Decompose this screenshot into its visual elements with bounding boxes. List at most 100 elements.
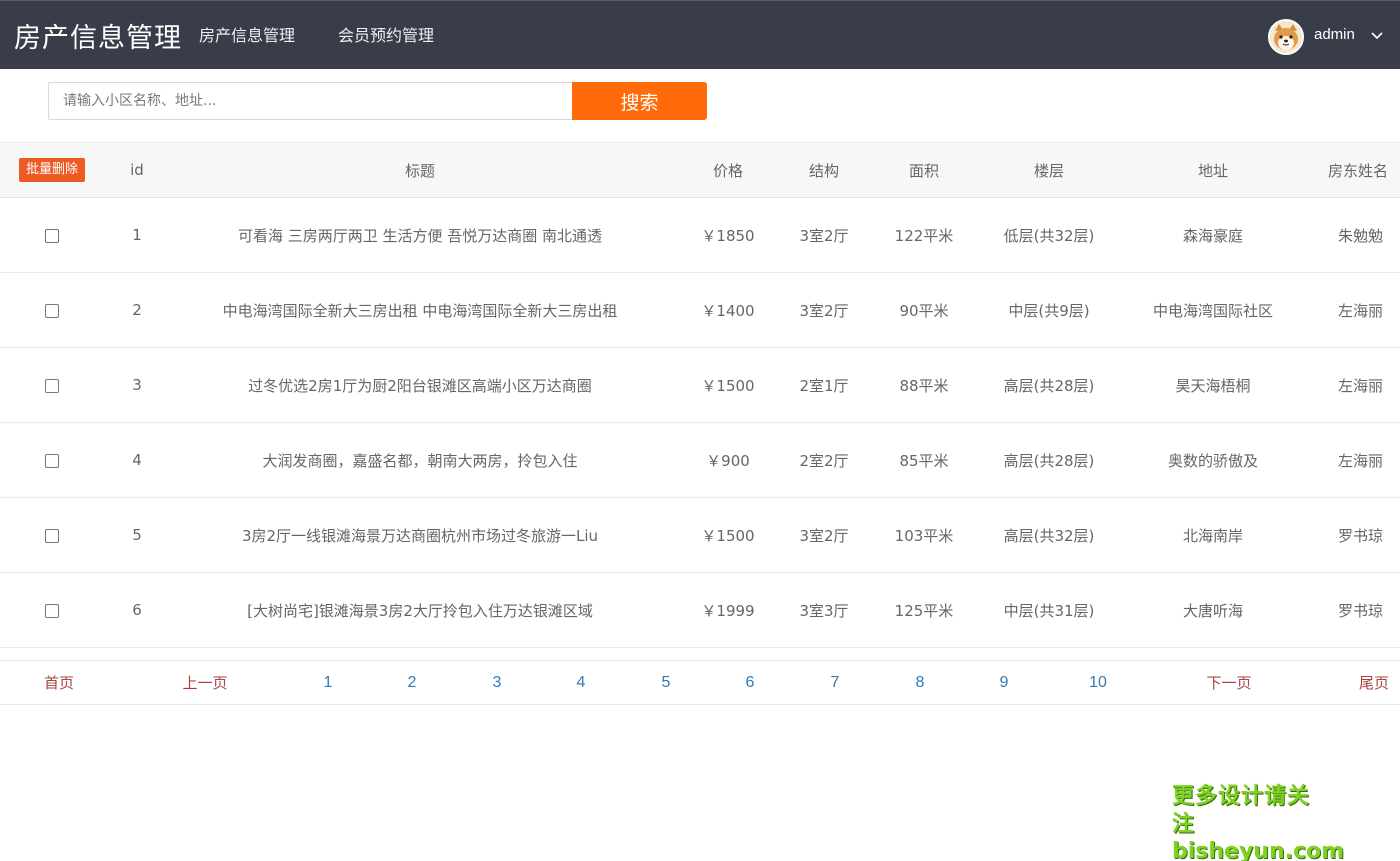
row-checkbox[interactable]	[45, 453, 59, 468]
cell-floor: 高层(共28层)	[1003, 451, 1095, 470]
cell-layout: 2室1厅	[799, 376, 849, 395]
cell-address: 北海南岸	[1182, 526, 1243, 545]
shiba-dog-avatar-icon	[1270, 21, 1302, 53]
column-header-price: 价格	[712, 161, 743, 180]
pagination: 首页 上一页 1 2 3 4 5 6 7 8 9 10 下一页 尾页	[0, 660, 1400, 705]
cell-owner: 罗书琼	[1338, 601, 1384, 620]
page-link-1[interactable]: 1	[324, 673, 333, 693]
cell-address: 森海豪庭	[1182, 226, 1243, 245]
cell-area: 85平米	[899, 451, 949, 470]
cell-title: 大润发商圈，嘉盛名都，朝南大两房，拎包入住	[262, 451, 578, 470]
search-button[interactable]: 搜索	[572, 82, 707, 120]
cell-title: [大树尚宅]银滩海景3房2大厅拎包入住万达银滩区域	[247, 601, 593, 620]
cell-id: 6	[132, 601, 142, 619]
watermark-line-1: 更多设计请关注	[1172, 784, 1311, 837]
table-row: 6 [大树尚宅]银滩海景3房2大厅拎包入住万达银滩区域 ￥1999 3室3厅 1…	[0, 573, 1400, 648]
page-link-7[interactable]: 7	[831, 673, 840, 693]
column-header-owner: 房东姓名	[1328, 161, 1389, 180]
cell-id: 4	[132, 451, 142, 469]
page-link-3[interactable]: 3	[493, 673, 502, 693]
cell-area: 125平米	[894, 601, 954, 620]
user-menu[interactable]: admin	[1268, 19, 1388, 55]
nav-item-member-booking[interactable]: 会员预约管理	[338, 25, 434, 47]
cell-floor: 高层(共32层)	[1003, 526, 1095, 545]
table-row: 4 大润发商圈，嘉盛名都，朝南大两房，拎包入住 ￥900 2室2厅 85平米 高…	[0, 423, 1400, 498]
watermark: 更多设计请关注 bisheyun.com	[1172, 783, 1345, 861]
cell-price: ￥1999	[701, 601, 755, 620]
row-checkbox[interactable]	[45, 303, 59, 318]
batch-delete-button[interactable]: 批量删除	[18, 158, 85, 182]
top-navbar: 房产信息管理 房产信息管理 会员预约管理 admin	[0, 0, 1400, 69]
cell-layout: 3室2厅	[799, 301, 849, 320]
cell-owner: 左海丽	[1338, 301, 1384, 320]
table-row: 3 过冬优选2房1厅为厨2阳台银滩区高端小区万达商圈 ￥1500 2室1厅 88…	[0, 348, 1400, 423]
cell-floor: 中层(共31层)	[1003, 601, 1095, 620]
page-link-6[interactable]: 6	[746, 673, 755, 693]
cell-id: 5	[132, 526, 142, 544]
column-header-floor: 楼层	[1033, 161, 1064, 180]
cell-floor: 低层(共32层)	[1003, 226, 1095, 245]
row-checkbox[interactable]	[45, 603, 59, 618]
page-link-5[interactable]: 5	[662, 673, 671, 693]
cell-id: 1	[132, 226, 142, 244]
cell-title: 过冬优选2房1厅为厨2阳台银滩区高端小区万达商圈	[248, 376, 592, 395]
cell-area: 88平米	[899, 376, 949, 395]
watermark-line-2: bisheyun.com	[1172, 839, 1345, 861]
column-header-layout: 结构	[808, 161, 839, 180]
cell-address: 中电海湾国际社区	[1152, 301, 1273, 320]
cell-title: 可看海 三房两厅两卫 生活方便 吾悦万达商圈 南北通透	[237, 226, 603, 245]
table-row: 1 可看海 三房两厅两卫 生活方便 吾悦万达商圈 南北通透 ￥1850 3室2厅…	[0, 198, 1400, 273]
app-title: 房产信息管理	[14, 23, 182, 54]
search-bar: 搜索	[48, 82, 708, 120]
username[interactable]: admin	[1314, 26, 1355, 43]
cell-id: 2	[132, 301, 142, 319]
cell-layout: 3室2厅	[799, 526, 849, 545]
cell-price: ￥1400	[701, 301, 755, 320]
cell-floor: 中层(共9层)	[1008, 301, 1090, 320]
last-page-link[interactable]: 尾页	[1359, 673, 1389, 693]
column-header-id: id	[130, 161, 144, 179]
cell-title: 中电海湾国际全新大三房出租 中电海湾国际全新大三房出租	[222, 301, 618, 320]
cell-layout: 2室2厅	[799, 451, 849, 470]
table-row: 2 中电海湾国际全新大三房出租 中电海湾国际全新大三房出租 ￥1400 3室2厅…	[0, 273, 1400, 348]
cell-layout: 3室3厅	[799, 601, 849, 620]
row-checkbox[interactable]	[45, 378, 59, 393]
cell-owner: 朱勉勉	[1338, 226, 1384, 245]
cell-area: 90平米	[899, 301, 949, 320]
nav-item-house-info[interactable]: 房产信息管理	[199, 25, 295, 47]
search-input[interactable]	[48, 82, 574, 120]
cell-price: ￥1850	[701, 226, 755, 245]
next-page-link[interactable]: 下一页	[1206, 673, 1251, 693]
page-link-4[interactable]: 4	[577, 673, 586, 693]
cell-id: 3	[132, 376, 142, 394]
table-header-row: 批量删除 id 标题 价格 结构 面积 楼层 地址 房东姓名	[0, 142, 1400, 198]
row-checkbox[interactable]	[45, 528, 59, 543]
avatar[interactable]	[1268, 19, 1304, 55]
table-row: 5 3房2厅一线银滩海景万达商圈杭州市场过冬旅游一Liu ￥1500 3室2厅 …	[0, 498, 1400, 573]
cell-area: 122平米	[894, 226, 954, 245]
cell-owner: 左海丽	[1338, 376, 1384, 395]
cell-address: 奥数的骄傲及	[1167, 451, 1258, 470]
column-header-address: 地址	[1197, 161, 1228, 180]
cell-address: 昊天海梧桐	[1175, 376, 1251, 395]
cell-owner: 左海丽	[1338, 451, 1384, 470]
column-header-title: 标题	[404, 161, 435, 180]
first-page-link[interactable]: 首页	[44, 673, 74, 693]
page-link-2[interactable]: 2	[408, 673, 417, 693]
row-checkbox[interactable]	[45, 228, 59, 243]
prev-page-link[interactable]: 上一页	[182, 673, 227, 693]
chevron-down-icon[interactable]	[1370, 28, 1384, 42]
cell-owner: 罗书琼	[1338, 526, 1384, 545]
page-link-9[interactable]: 9	[1000, 673, 1009, 693]
house-table: 批量删除 id 标题 价格 结构 面积 楼层 地址 房东姓名 1 可看海 三房两…	[0, 142, 1400, 648]
cell-price: ￥1500	[701, 526, 755, 545]
page-link-10[interactable]: 10	[1089, 673, 1107, 693]
column-header-area: 面积	[908, 161, 939, 180]
batch-delete-cell: 批量删除	[0, 143, 104, 198]
cell-title: 3房2厅一线银滩海景万达商圈杭州市场过冬旅游一Liu	[241, 526, 599, 545]
cell-area: 103平米	[894, 526, 954, 545]
cell-price: ￥1500	[701, 376, 755, 395]
cell-layout: 3室2厅	[799, 226, 849, 245]
cell-address: 大唐听海	[1182, 601, 1243, 620]
page-link-8[interactable]: 8	[916, 673, 925, 693]
